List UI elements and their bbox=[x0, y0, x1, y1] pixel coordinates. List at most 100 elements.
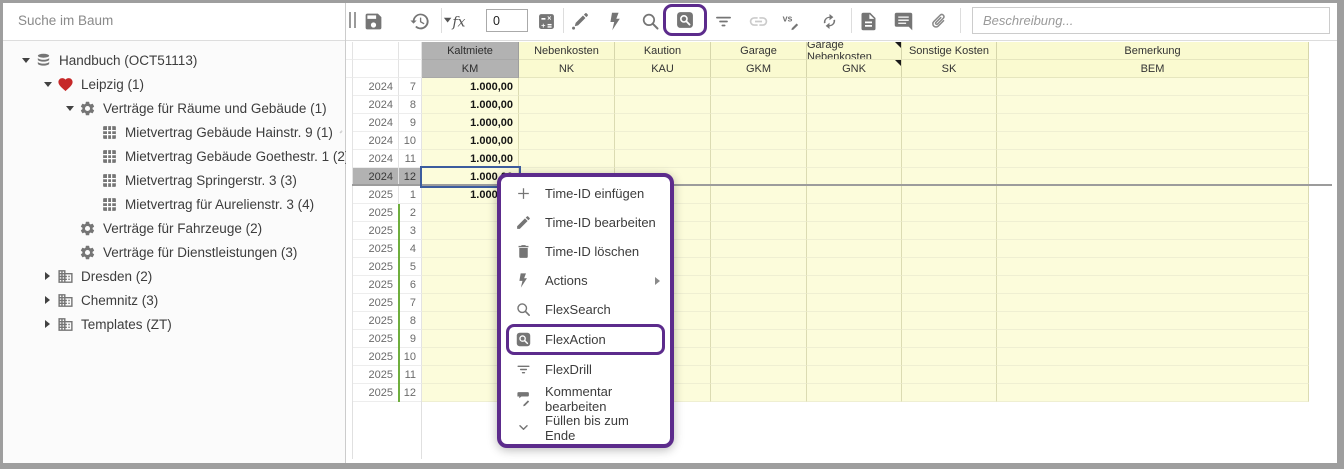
tree-item-7[interactable]: Mietvertrag für Aurelienstr. 3 (4) bbox=[0, 192, 343, 216]
actions-button[interactable] bbox=[603, 9, 627, 33]
grid-cell[interactable] bbox=[997, 240, 1309, 258]
grid-cell[interactable] bbox=[807, 240, 902, 258]
row-header-year[interactable]: 2024 bbox=[353, 132, 399, 150]
grid-cell[interactable]: 1.000,00 bbox=[422, 132, 519, 150]
grid-cell[interactable] bbox=[902, 384, 997, 402]
row-header-month[interactable]: 4 bbox=[399, 240, 422, 258]
grid-cell[interactable] bbox=[997, 78, 1309, 96]
row-header-year[interactable]: 2025 bbox=[353, 276, 399, 294]
grid-cell[interactable] bbox=[807, 312, 902, 330]
grid-cell[interactable] bbox=[711, 276, 807, 294]
menu-item-time-id-einf-gen[interactable]: Time-ID einfügen bbox=[501, 179, 670, 208]
chevron-collapsed-icon[interactable] bbox=[40, 320, 55, 328]
flexaction-button[interactable] bbox=[663, 4, 707, 36]
grid-cell[interactable] bbox=[711, 384, 807, 402]
row-header-year[interactable]: 2025 bbox=[353, 312, 399, 330]
grid-cell[interactable] bbox=[902, 258, 997, 276]
grid-cell[interactable] bbox=[997, 132, 1309, 150]
chevron-expanded-icon[interactable] bbox=[18, 58, 33, 63]
row-header-month[interactable]: 8 bbox=[399, 96, 422, 114]
grid-cell[interactable] bbox=[902, 150, 997, 168]
row-header-year[interactable]: 2025 bbox=[353, 366, 399, 384]
grid-cell[interactable]: 1.000,00 bbox=[422, 78, 519, 96]
tree-search-input[interactable] bbox=[16, 12, 320, 29]
save-button[interactable] bbox=[361, 9, 385, 33]
calculator-button[interactable]: ×+ bbox=[534, 9, 558, 33]
grid-cell[interactable] bbox=[711, 222, 807, 240]
grid-cell[interactable] bbox=[615, 96, 711, 114]
row-header-month[interactable]: 8 bbox=[399, 312, 422, 330]
menu-item-flexdrill[interactable]: FlexDrill bbox=[501, 355, 670, 384]
grid-cell[interactable] bbox=[997, 186, 1309, 204]
column-header-gkm[interactable]: GKM bbox=[711, 60, 807, 78]
grid-cell[interactable] bbox=[807, 114, 902, 132]
tree-item-8[interactable]: Verträge für Fahrzeuge (2) bbox=[0, 216, 343, 240]
grid-cell[interactable] bbox=[807, 366, 902, 384]
tree-item-6[interactable]: Mietvertrag Springerstr. 3 (3) bbox=[0, 168, 343, 192]
refresh-button[interactable] bbox=[817, 9, 841, 33]
row-header-year[interactable]: 2025 bbox=[353, 258, 399, 276]
grid-cell[interactable] bbox=[711, 258, 807, 276]
grid-cell[interactable] bbox=[902, 330, 997, 348]
attachment-button[interactable] bbox=[926, 9, 950, 33]
grid-cell[interactable] bbox=[711, 114, 807, 132]
grid-cell[interactable] bbox=[711, 348, 807, 366]
row-header-month[interactable]: 11 bbox=[399, 366, 422, 384]
grid-cell[interactable] bbox=[997, 114, 1309, 132]
grid-cell[interactable] bbox=[997, 96, 1309, 114]
row-header-month[interactable]: 10 bbox=[399, 132, 422, 150]
grid-cell[interactable] bbox=[807, 330, 902, 348]
grid-cell[interactable] bbox=[997, 276, 1309, 294]
grid-cell[interactable] bbox=[711, 240, 807, 258]
chevron-expanded-icon[interactable] bbox=[62, 106, 77, 111]
grid-cell[interactable] bbox=[902, 78, 997, 96]
link-button[interactable] bbox=[746, 9, 770, 33]
tree-item-3[interactable]: Verträge für Räume und Gebäude (1) bbox=[0, 96, 343, 120]
grid-cell[interactable] bbox=[902, 348, 997, 366]
grid-cell[interactable] bbox=[807, 150, 902, 168]
menu-item-time-id-bearbeiten[interactable]: Time-ID bearbeiten bbox=[501, 208, 670, 237]
grid-cell[interactable] bbox=[902, 186, 997, 204]
menu-item-flexaction[interactable]: FlexAction bbox=[509, 327, 662, 352]
grid-cell[interactable] bbox=[997, 294, 1309, 312]
formula-input[interactable] bbox=[486, 9, 528, 32]
grid-cell[interactable] bbox=[807, 276, 902, 294]
column-header-nk[interactable]: Nebenkosten bbox=[519, 42, 615, 60]
grid-cell[interactable] bbox=[711, 150, 807, 168]
grid-cell[interactable] bbox=[615, 132, 711, 150]
grid-cell[interactable] bbox=[711, 294, 807, 312]
row-header-month[interactable]: 9 bbox=[399, 114, 422, 132]
tree-item-11[interactable]: Chemnitz (3) bbox=[0, 288, 343, 312]
grid-cell[interactable] bbox=[997, 330, 1309, 348]
column-header-nk[interactable]: NK bbox=[519, 60, 615, 78]
grid-cell[interactable] bbox=[997, 366, 1309, 384]
column-header-sk[interactable]: SK bbox=[902, 60, 997, 78]
grid-cell[interactable] bbox=[807, 222, 902, 240]
grid-cell[interactable] bbox=[997, 204, 1309, 222]
row-header-year[interactable]: 2024 bbox=[353, 96, 399, 114]
row-header-month[interactable]: 1 bbox=[399, 186, 422, 204]
grid-cell[interactable] bbox=[807, 384, 902, 402]
grid-cell[interactable]: 1.000,00 bbox=[422, 96, 519, 114]
menu-item-kommentar-bearbeiten[interactable]: Kommentar bearbeiten bbox=[501, 384, 670, 413]
row-header-month[interactable]: 7 bbox=[399, 78, 422, 96]
grid-cell[interactable] bbox=[519, 132, 615, 150]
row-header-month[interactable]: 6 bbox=[399, 276, 422, 294]
grid-cell[interactable] bbox=[902, 366, 997, 384]
grid-cell[interactable] bbox=[711, 186, 807, 204]
grid-cell[interactable] bbox=[711, 204, 807, 222]
splitter-handle-icon[interactable] bbox=[349, 12, 356, 28]
chevron-collapsed-icon[interactable] bbox=[40, 296, 55, 304]
grid-cell[interactable] bbox=[902, 132, 997, 150]
grid-cell[interactable]: 1.000,00 bbox=[422, 114, 519, 132]
tree-item-5[interactable]: Mietvertrag Gebäude Goethestr. 1 (2) bbox=[0, 144, 343, 168]
row-header-year[interactable]: 2025 bbox=[353, 222, 399, 240]
grid-cell[interactable] bbox=[807, 258, 902, 276]
row-header-year[interactable]: 2025 bbox=[353, 204, 399, 222]
column-header-km[interactable]: Kaltmiete bbox=[422, 42, 519, 60]
grid-cell[interactable] bbox=[615, 78, 711, 96]
grid-cell[interactable] bbox=[519, 96, 615, 114]
document-button[interactable] bbox=[856, 9, 880, 33]
row-header-year[interactable]: 2025 bbox=[353, 294, 399, 312]
grid-cell[interactable] bbox=[902, 294, 997, 312]
